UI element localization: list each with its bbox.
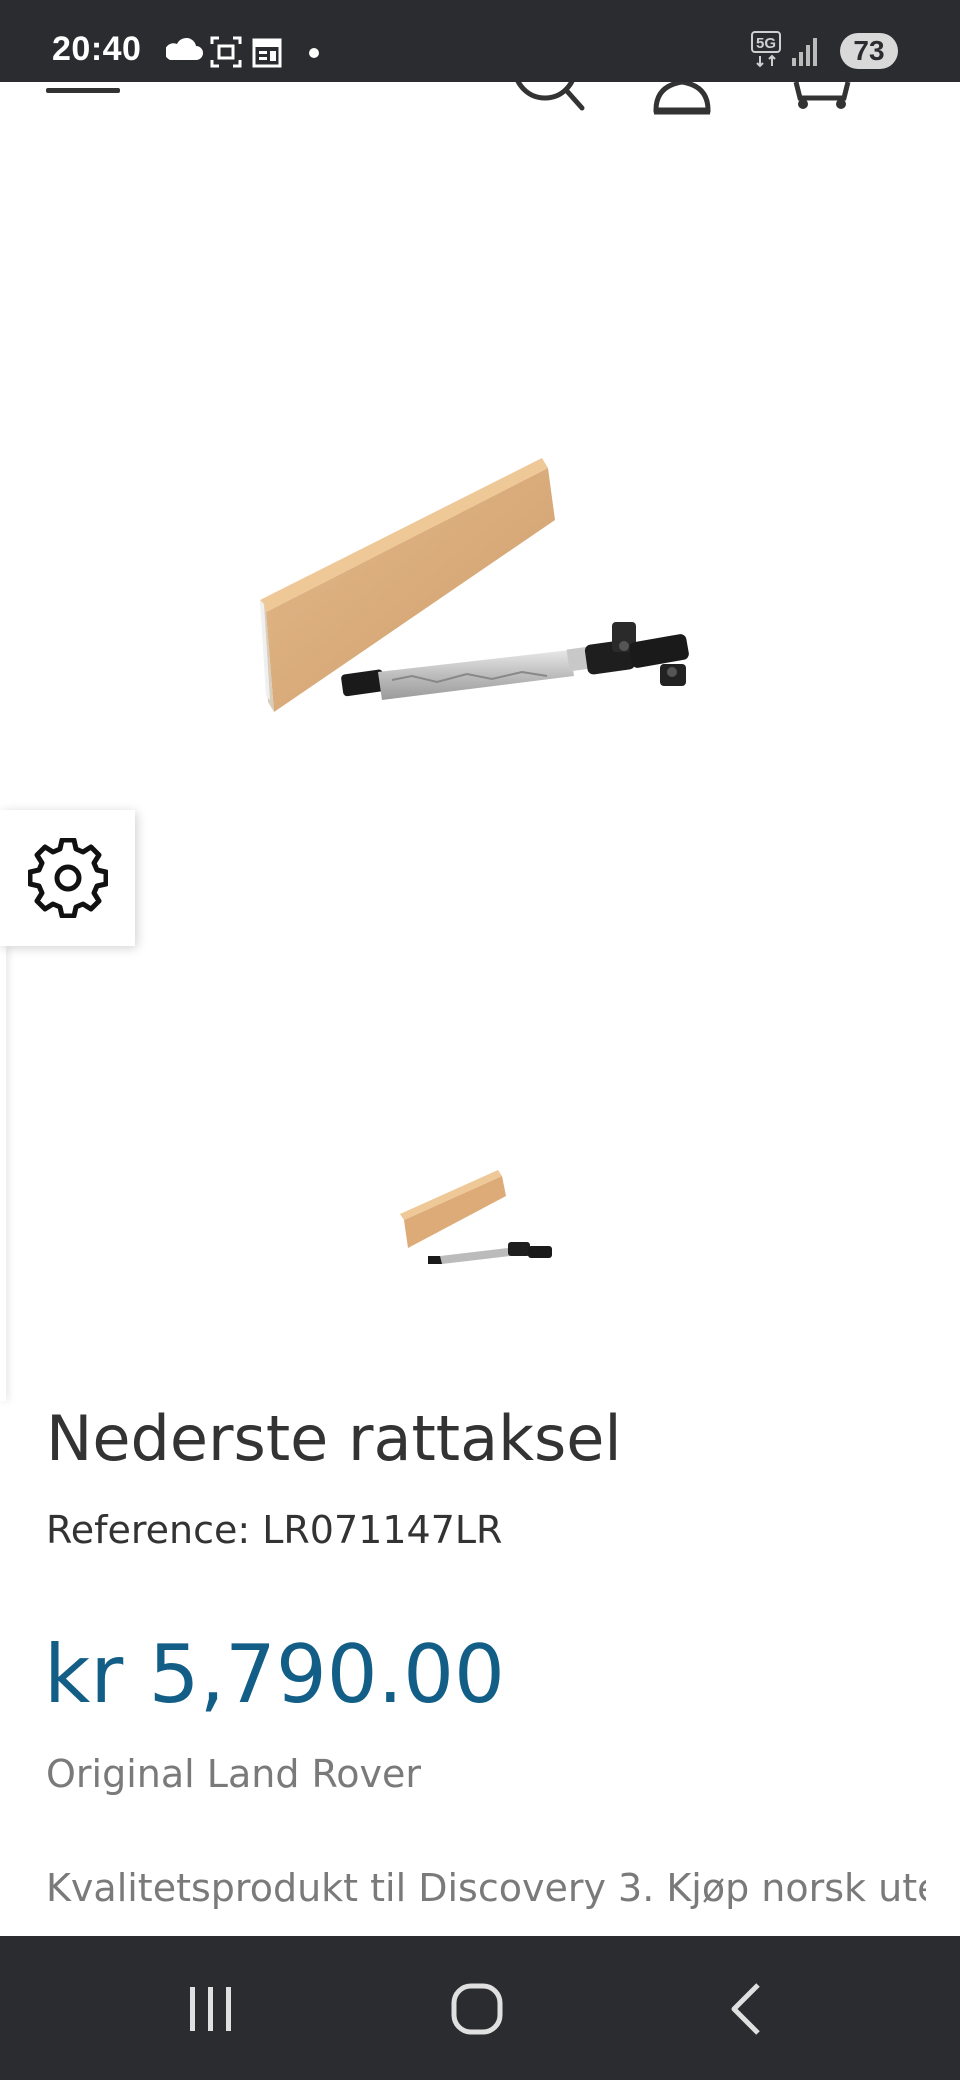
search-icon[interactable] — [515, 82, 585, 111]
status-icons — [164, 36, 366, 75]
gear-icon — [27, 838, 108, 918]
system-nav-bar — [0, 1936, 960, 2080]
home-button[interactable] — [437, 1974, 517, 2044]
network-indicators: 5G — [750, 30, 820, 68]
cart-icon[interactable] — [793, 82, 851, 109]
home-icon — [451, 1983, 503, 2035]
back-button[interactable] — [708, 1974, 788, 2044]
back-icon — [731, 1983, 760, 2035]
product-image[interactable] — [252, 450, 712, 750]
menu-icon[interactable] — [46, 88, 120, 93]
product-price: kr 5,790.00 — [44, 1628, 505, 1721]
status-bar: 20:40 5G 73 — [0, 0, 960, 82]
product-reference: Reference: LR071147LR — [46, 1508, 503, 1552]
settings-button[interactable] — [0, 810, 135, 946]
site-header — [0, 82, 960, 122]
dot-icon — [309, 48, 319, 58]
cloud-icon — [164, 37, 203, 60]
product-description: Kvalitetsprodukt til Discovery 3. Kjøp n… — [46, 1866, 926, 1910]
product-title: Nederste rattaksel — [46, 1402, 622, 1475]
status-time: 20:40 — [52, 30, 142, 68]
product-thumbnail[interactable] — [398, 1168, 562, 1276]
side-drawer-edge — [0, 946, 6, 1401]
network-5g-icon: 5G — [751, 31, 781, 68]
recent-apps-icon — [190, 1987, 231, 2031]
product-brand: Original Land Rover — [46, 1752, 421, 1796]
battery-indicator: 73 — [840, 33, 898, 69]
recent-apps-button[interactable] — [170, 1974, 250, 2044]
svg-text:5G: 5G — [756, 35, 776, 52]
signal-icon — [792, 38, 817, 66]
account-icon[interactable] — [653, 82, 711, 115]
calendar-icon — [252, 38, 282, 68]
screenshot-icon — [210, 36, 242, 68]
